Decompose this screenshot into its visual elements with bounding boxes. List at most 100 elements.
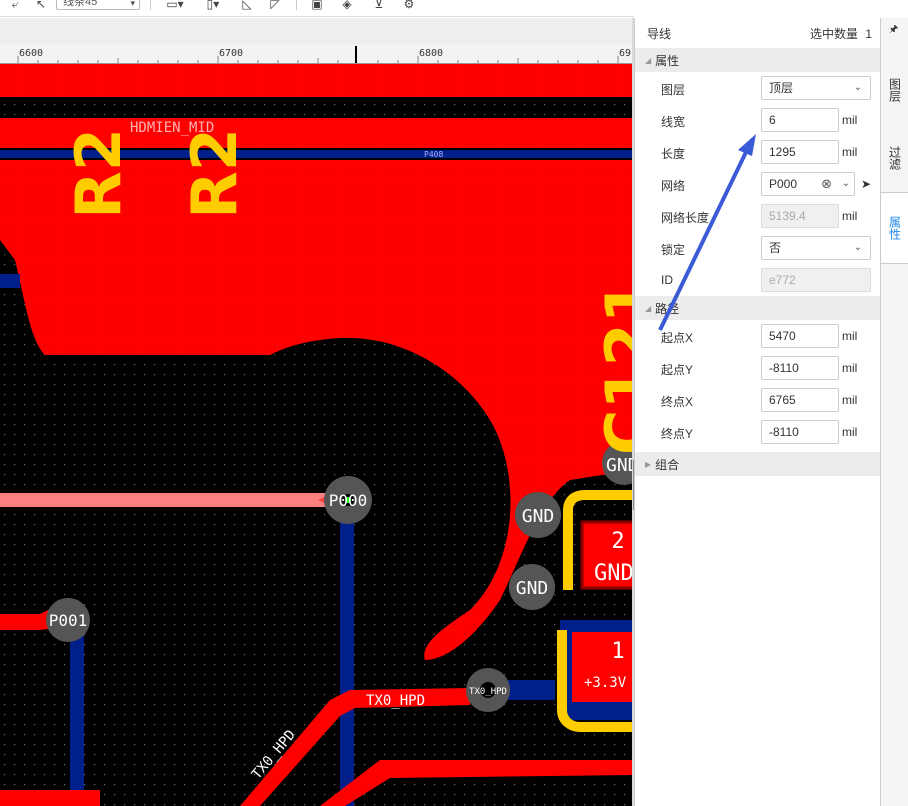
document-icon[interactable]: ▣ [308, 0, 326, 12]
settings-icon[interactable]: ⚙ [400, 0, 418, 12]
start-x-input[interactable]: 5470 [761, 324, 839, 348]
tab-layers[interactable]: 图层 [881, 56, 908, 124]
start-y-input[interactable]: -8110 [761, 356, 839, 380]
start-y-unit: mil [842, 361, 858, 375]
pick-cursor-icon[interactable]: ➤ [861, 177, 871, 191]
pad-p000-label: P000 [329, 491, 368, 510]
mirror-icon[interactable]: ◸ [266, 0, 284, 12]
toolbar-divider [150, 0, 151, 10]
length-label: 长度 [661, 147, 686, 161]
row-end-x: 终点X 6765 mil [635, 384, 880, 416]
ruler-label: 6800 [419, 48, 444, 59]
ruler-ticks [17, 46, 619, 63]
end-y-label: 终点Y [661, 427, 694, 441]
row-start-x: 起点X 5470 mil [635, 320, 880, 352]
tab-filter[interactable]: 过滤 [881, 124, 908, 192]
route-mode-select[interactable]: 线条45 ▾ [56, 0, 140, 10]
lock-select[interactable]: 否 ⌄ [761, 236, 871, 260]
row-net-length: 网络长度 5139.4 mil [635, 200, 880, 232]
comp-pad2-number: 2 [611, 529, 624, 554]
bottom-trace [340, 505, 354, 806]
section-group[interactable]: ▶ 组合 [635, 452, 880, 476]
select-tool-icon[interactable]: ⤶ [8, 0, 22, 12]
property-panel: 导线 选中数量 1 ◢ 属性 图层 顶层 ⌄ 线宽 6 mil 长度 1295 … [634, 18, 880, 806]
panel-header: 导线 选中数量 1 [635, 18, 880, 48]
section-properties[interactable]: ◢ 属性 [635, 48, 880, 72]
length-input[interactable]: 1295 [761, 140, 839, 164]
collapse-icon: ◢ [645, 55, 652, 65]
start-y-label: 起点Y [661, 363, 694, 377]
tab-properties[interactable]: 属性 [881, 192, 908, 264]
selected-count: 选中数量 1 [810, 25, 872, 42]
selected-count-value: 1 [865, 26, 872, 41]
flip-icon[interactable]: ◺ [238, 0, 256, 12]
net-length-input: 5139.4 [761, 204, 839, 228]
route-mode-value: 线条45 [63, 0, 98, 8]
toolbar: ⤶ ↖ 线条45 ▾ ▭▾ ▯▾ ◺ ◸ ▣ ◈ ⊻ ⚙ [0, 0, 634, 17]
chevron-down-icon: ⌄ [853, 242, 862, 253]
cart-icon[interactable]: ⊻ [370, 0, 388, 12]
start-x-unit: mil [842, 329, 858, 343]
end-y-input[interactable]: -8110 [761, 420, 839, 444]
row-end-y: 终点Y -8110 mil [635, 416, 880, 448]
route-tool-icon[interactable]: ↖ [34, 0, 48, 12]
toolbar-divider [296, 0, 297, 10]
row-width: 线宽 6 mil [635, 104, 880, 136]
selected-count-label: 选中数量 [809, 26, 858, 41]
panel-title: 导线 [647, 26, 672, 41]
net-value: P000 [769, 177, 798, 191]
row-start-y: 起点Y -8110 mil [635, 352, 880, 384]
pad-gnd-label: GND [516, 578, 549, 599]
width-unit: mil [842, 113, 858, 127]
section-properties-label: 属性 [655, 53, 680, 68]
id-input: e772 [761, 268, 871, 292]
selected-trace [0, 493, 340, 507]
chevron-down-icon: ▾ [130, 0, 135, 8]
net-select[interactable]: P000 ⊗ ⌄ [761, 172, 855, 196]
expand-icon: ▶ [645, 459, 652, 469]
net-label: 网络 [661, 179, 686, 193]
end-x-label: 终点X [661, 395, 694, 409]
row-lock: 锁定 否 ⌄ [635, 232, 880, 264]
pin-icon[interactable]: 🖈 [889, 22, 898, 39]
net-txo-label: TX0_HPD [366, 693, 425, 709]
net-length-label: 网络长度 [661, 211, 710, 225]
silk-r2-b: R2 [178, 128, 251, 219]
align-icon[interactable]: ▭▾ [160, 0, 190, 12]
pad-gnd-label: GND [522, 506, 555, 527]
row-layer: 图层 顶层 ⌄ [635, 72, 880, 104]
comp-pad1-net: +3.3V [584, 675, 627, 691]
chevron-down-icon: ⌄ [853, 82, 862, 93]
comp-pad2-net: GND [594, 561, 634, 586]
pad-txo-label: TX0_HPD [469, 687, 507, 697]
canvas-top-strip [0, 18, 634, 44]
distribute-icon[interactable]: ▯▾ [198, 0, 228, 12]
collapse-icon: ◢ [645, 303, 652, 313]
net-length-unit: mil [842, 209, 858, 223]
layer-select[interactable]: 顶层 ⌄ [761, 76, 871, 100]
section-path[interactable]: ◢ 路径 [635, 296, 880, 320]
lock-value: 否 [769, 241, 782, 255]
end-x-input[interactable]: 6765 [761, 388, 839, 412]
pcb-canvas[interactable]: R2 R2 C121 HDMIEN_MID P408 P000 P001 GND… [0, 18, 634, 806]
horizontal-ruler: 6600 6700 6800 69 [0, 44, 634, 64]
net-hdmien-label: HDMIEN_MID [130, 120, 214, 136]
component-icon[interactable]: ◈ [338, 0, 356, 12]
clear-icon[interactable]: ⊗ [821, 173, 832, 195]
bottom-trace [70, 630, 84, 806]
end-y-unit: mil [842, 425, 858, 439]
row-net: 网络 P000 ⊗ ⌄ ➤ [635, 168, 880, 200]
width-input[interactable]: 6 [761, 108, 839, 132]
ruler-label: 6600 [19, 48, 44, 59]
start-x-label: 起点X [661, 331, 694, 345]
chevron-down-icon: ⌄ [841, 178, 850, 189]
side-tab-strip: 🖈 图层 过滤 属性 [880, 18, 908, 806]
row-id: ID e772 [635, 264, 880, 296]
net-p408-label: P408 [424, 150, 443, 159]
ruler-label: 6700 [219, 48, 244, 59]
silk-r2-a: R2 [62, 128, 135, 219]
layer-value: 顶层 [769, 81, 794, 95]
pad-gnd-label: GND [606, 455, 634, 476]
lock-label: 锁定 [661, 243, 686, 257]
section-group-label: 组合 [655, 457, 680, 472]
